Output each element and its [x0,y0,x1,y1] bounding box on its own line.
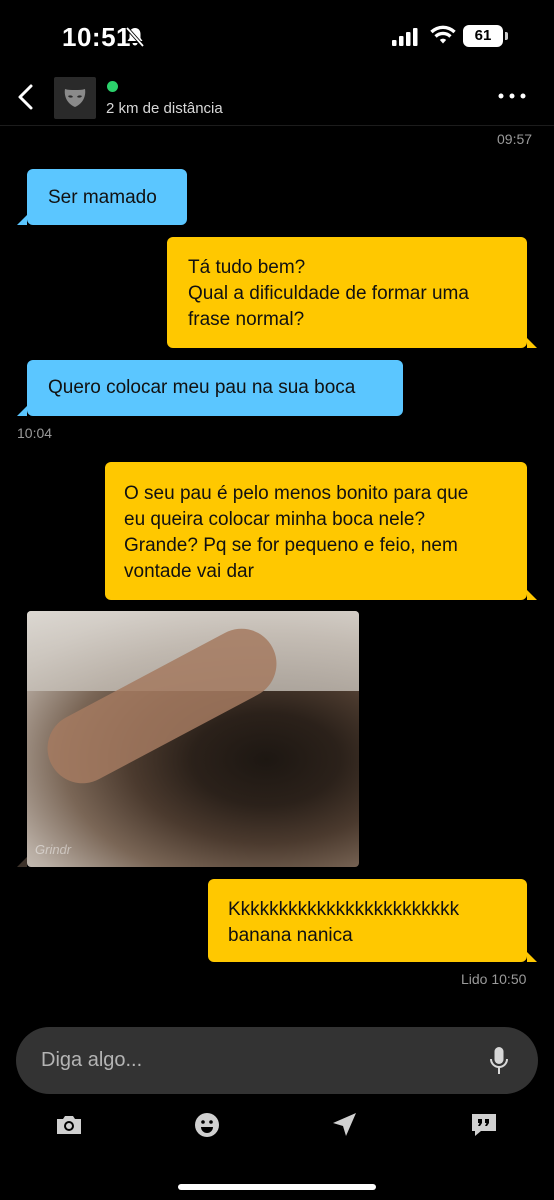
status-time: 10:51 [62,22,131,52]
message-line: Grande? Pq se for pequeno e feio, nem [124,535,458,556]
message-line: vontade vai dar [124,561,254,582]
microphone-icon[interactable] [488,1046,510,1076]
message-input-placeholder: Diga algo... [41,1049,143,1071]
message-line: banana nanica [228,925,353,946]
bubble-tail [17,215,27,225]
emoji-icon[interactable] [192,1110,222,1140]
chat-header: 2 km de distância [0,70,554,126]
message-line: Qual a dificuldade de formar uma [188,283,469,304]
message-input[interactable]: Diga algo... [16,1027,538,1094]
read-receipt: Lido 10:50 [461,971,527,987]
message-line: Ser mamado [48,187,157,208]
incoming-message[interactable]: Ser mamado [27,169,187,225]
distance-label: 2 km de distância [106,100,223,117]
incoming-message[interactable]: Quero colocar meu pau na sua boca [27,360,403,416]
bubble-tail [527,952,537,962]
photo-watermark: Grindr [35,842,72,857]
online-status-dot [107,81,118,92]
bubble-tail [527,590,537,600]
location-arrow-icon[interactable] [330,1110,360,1140]
wifi-icon [430,25,456,44]
outgoing-message[interactable]: Tá tudo bem? Qual a dificuldade de forma… [167,237,527,348]
status-bar: 10:51 61 [0,0,554,70]
incoming-photo[interactable]: Grindr [27,611,359,867]
bubble-tail [17,857,27,867]
battery-level: 61 [474,27,492,44]
message-timestamp: 09:57 [497,131,533,147]
message-line: Kkkkkkkkkkkkkkkkkkkkkkkk [228,899,460,920]
bubble-tail [527,338,537,348]
battery-icon: 61 [463,25,503,47]
message-line: Tá tudo bem? [188,257,306,278]
message-line: frase normal? [188,309,305,330]
message-line: eu queira colocar minha boca nele? [124,509,426,530]
grindr-mask-icon [64,89,86,107]
message-timestamp: 10:04 [17,425,53,441]
camera-icon[interactable] [54,1110,84,1140]
saved-phrases-icon[interactable] [469,1110,499,1140]
outgoing-message[interactable]: Kkkkkkkkkkkkkkkkkkkkkkkk banana nanica [208,879,527,962]
message-line: O seu pau é pelo menos bonito para que [124,483,469,504]
battery-tip [505,32,508,40]
bell-off-icon [125,26,145,48]
avatar[interactable] [54,77,96,119]
more-horizontal-icon[interactable] [496,84,528,108]
bubble-tail [17,406,27,416]
back-chevron-icon[interactable] [12,82,42,112]
home-indicator[interactable] [178,1184,376,1190]
message-line: Quero colocar meu pau na sua boca [48,377,356,398]
outgoing-message[interactable]: O seu pau é pelo menos bonito para que e… [105,462,527,600]
cellular-signal-icon [392,28,418,46]
